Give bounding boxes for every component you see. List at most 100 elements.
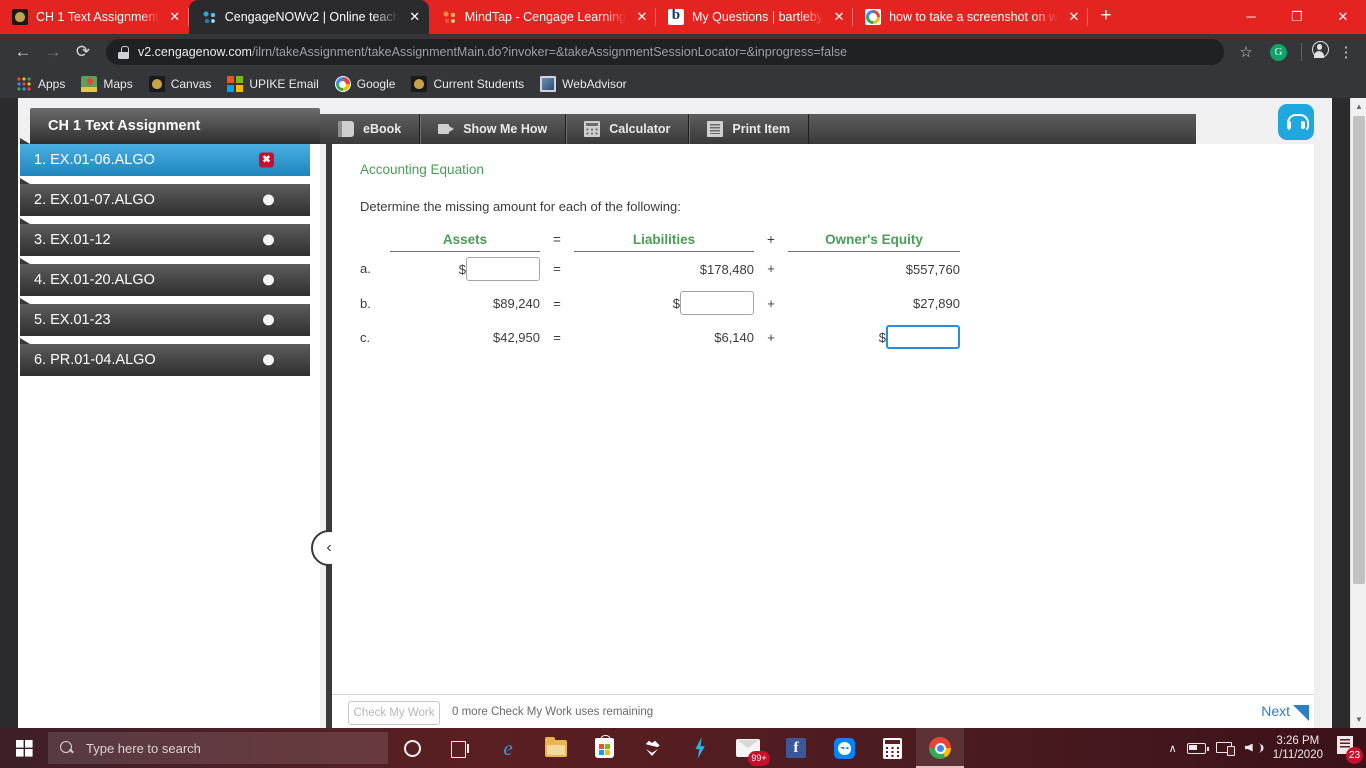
canvas-icon [411,76,428,92]
back-icon[interactable]: ← [8,37,38,67]
scroll-down-arrow-icon[interactable]: ▼ [1351,711,1366,728]
column-header-liabilities: Liabilities [574,232,754,252]
sidebar-item-label: 4. EX.01-20.ALGO [34,272,155,288]
clock-date: 1/11/2020 [1272,749,1323,761]
bookmark-google[interactable]: Google [334,76,395,92]
bookmark-label: Canvas [170,77,212,91]
headset-icon [1286,112,1309,132]
network-icon[interactable] [1215,741,1235,756]
accounting-equation-table: Assets = Liabilities + Owner's Equity a. [360,232,960,354]
next-arrow-icon[interactable] [1290,703,1312,725]
table-row-c: c. $42,950 = $6,140 + $ [360,320,960,354]
tab-close-icon[interactable]: ✕ [407,9,423,25]
tab-close-icon[interactable]: ✕ [1066,9,1082,25]
answer-input-assets-a[interactable] [466,257,540,281]
taskbar-search-input[interactable]: Type here to search [48,732,388,764]
check-my-work-button[interactable]: Check My Work [348,701,440,725]
browser-tab-1[interactable]: CH 1 Text Assignment ✕ [0,0,189,34]
volume-icon[interactable] [1245,741,1263,756]
bookmark-maps[interactable]: Maps [81,76,133,92]
bookmark-star-icon[interactable]: ☆ [1232,43,1260,61]
bookmark-canvas[interactable]: Canvas [148,76,212,92]
sidebar-item-4[interactable]: 4. EX.01-20.ALGO [20,258,310,296]
browser-tab-3[interactable]: MindTap - Cengage Learning ✕ [429,0,656,34]
tab-close-icon[interactable]: ✕ [831,9,847,25]
browser-tab-4[interactable]: My Questions | bartleby ✕ [656,0,854,34]
scrollbar-thumb[interactable] [1353,116,1365,584]
cell-liabilities-c: $6,140 [714,329,754,345]
page-scrollbar[interactable]: ▲ ▼ [1350,98,1366,728]
sidebar-item-3[interactable]: 3. EX.01-12 [20,218,310,256]
battery-icon[interactable] [1186,742,1209,754]
chrome-menu-icon[interactable]: ⋮ [1334,43,1358,61]
next-link[interactable]: Next [1261,703,1290,719]
file-explorer-icon[interactable] [532,728,580,768]
operator-plus: + [767,329,775,345]
webadvisor-icon [540,76,557,92]
task-view-icon[interactable] [436,728,484,768]
browser-window: CH 1 Text Assignment ✕ CengageNOWv2 | On… [0,0,1366,728]
sidebar-item-label: 2. EX.01-07.ALGO [34,192,155,208]
system-tray: ∧ 3:26 PM 1/11/2020 23 [1164,728,1366,768]
tab-close-icon[interactable]: ✕ [634,9,650,25]
bookmark-label: Maps [103,77,133,91]
sidebar-item-label: 1. EX.01-06.ALGO [34,152,155,168]
avatar-icon[interactable] [1306,41,1334,63]
operator-plus: + [767,295,775,311]
tool-ebook[interactable]: eBook [320,114,421,144]
cengage-app: CH 1 Text Assignment eBook Show Me How C… [18,98,1332,728]
chrome-icon[interactable] [916,728,964,768]
close-window-button[interactable]: ✕ [1320,0,1366,34]
reload-icon[interactable]: ⟳ [68,37,98,67]
currency-symbol: $ [458,261,466,277]
calculator-icon[interactable] [868,728,916,768]
messenger-icon[interactable] [820,728,868,768]
maximize-button[interactable]: ❐ [1274,0,1320,34]
facebook-icon[interactable]: f [772,728,820,768]
profile-badge-icon[interactable]: G [1270,43,1287,61]
windows-logo-icon [15,739,33,757]
bookmark-current-students[interactable]: Current Students [411,76,524,92]
address-bar[interactable]: v2.cengagenow.com/ilrn/takeAssignment/ta… [106,39,1224,65]
forward-icon[interactable]: → [38,37,68,67]
url-host: v2.cengagenow.com [138,45,252,59]
tray-expand-icon[interactable]: ∧ [1169,742,1177,755]
support-chat-button[interactable] [1278,104,1314,140]
tool-print-item[interactable]: Print Item [689,114,810,144]
page-title: CH 1 Text Assignment [30,108,320,144]
mail-icon[interactable]: 99+ [724,728,772,768]
lightning-app-icon[interactable] [676,728,724,768]
new-tab-button[interactable]: + [1092,3,1120,31]
tool-calculator[interactable]: Calculator [566,114,690,144]
tool-show-me-how[interactable]: Show Me How [420,114,567,144]
notification-center-icon[interactable]: 23 [1333,734,1363,764]
sidebar-item-5[interactable]: 5. EX.01-23 [20,298,310,336]
status-dot-icon [263,314,274,326]
answer-input-owners-equity-c[interactable] [886,325,960,349]
cortana-icon[interactable] [388,728,436,768]
browser-tab-5[interactable]: how to take a screenshot on w ✕ [853,0,1088,34]
sidebar-item-2[interactable]: 2. EX.01-07.ALGO [20,178,310,216]
start-button[interactable] [0,728,48,768]
bookmark-upike-email[interactable]: UPIKE Email [227,76,319,92]
bookmark-webadvisor[interactable]: WebAdvisor [540,76,627,92]
sidebar-item-1[interactable]: 1. EX.01-06.ALGO ✖ [20,138,310,176]
microsoft-store-icon[interactable] [580,728,628,768]
tab-close-icon[interactable]: ✕ [167,9,183,25]
canvas-icon [148,76,165,92]
mail-unread-badge: 99+ [748,751,770,766]
print-icon [707,121,724,137]
search-placeholder: Type here to search [86,740,201,756]
sidebar-item-label: 3. EX.01-12 [34,232,111,248]
dropbox-icon[interactable] [628,728,676,768]
browser-tab-2-active[interactable]: CengageNOWv2 | Online teach ✕ [188,0,429,34]
edge-icon[interactable]: e [484,728,532,768]
bookmark-apps[interactable]: Apps [16,76,65,92]
clock[interactable]: 3:26 PM 1/11/2020 [1273,734,1323,762]
minimize-button[interactable]: ─ [1228,0,1274,34]
scroll-up-arrow-icon[interactable]: ▲ [1351,98,1366,115]
column-header-assets: Assets [390,232,540,252]
answer-input-liabilities-b[interactable] [680,291,754,315]
tool-label: Print Item [732,122,791,136]
sidebar-item-6[interactable]: 6. PR.01-04.ALGO [20,338,310,376]
